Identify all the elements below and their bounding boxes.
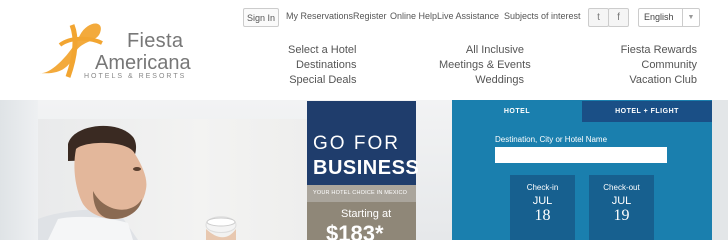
check-out-month: JUL [611, 195, 632, 207]
destination-label: Destination, City or Hotel Name [495, 135, 608, 144]
nav-all-inclusive[interactable]: All Inclusive [439, 43, 524, 58]
language-select[interactable]: English ▼ [638, 8, 700, 27]
promo-go-for: GO FOR [313, 133, 400, 154]
nav-select-hotel[interactable]: Select a Hotel [288, 43, 356, 58]
sign-in-button[interactable]: Sign In [243, 8, 279, 27]
my-reservations-link[interactable]: My Reservations [286, 11, 353, 21]
subjects-of-interest-link[interactable]: Subjects of interest [504, 11, 581, 21]
check-in-month: JUL [532, 195, 553, 207]
check-out-date[interactable]: Check-out JUL 19 [589, 175, 654, 240]
nav-destinations[interactable]: Destinations [288, 58, 357, 73]
promo-starting-at: Starting at [341, 208, 392, 220]
check-out-label: Check-out [603, 183, 640, 192]
promo-business: BUSINESS [313, 157, 420, 179]
hero-photo [38, 119, 308, 240]
logo-text-fiesta: Fiesta [127, 30, 184, 52]
nav-col-1: Select a Hotel Destinations Special Deal… [288, 43, 356, 88]
nav-col-3: Fiesta Rewards Community Vacation Club [605, 43, 697, 88]
online-help-link[interactable]: Online Help [390, 11, 437, 21]
twitter-icon[interactable]: t [588, 8, 609, 27]
promo-price: $183* [326, 221, 384, 246]
facebook-icon[interactable]: f [608, 8, 629, 27]
nav-meetings-events[interactable]: Meetings & Events [439, 58, 531, 73]
nav-fiesta-rewards[interactable]: Fiesta Rewards [605, 43, 697, 58]
logo-tagline: HOTELS & RESORTS [84, 73, 187, 80]
logo-text-americana: Americana [95, 52, 191, 74]
promo-tagline: YOUR HOTEL CHOICE IN MEXICO [313, 190, 408, 196]
nav-vacation-club[interactable]: Vacation Club [605, 73, 697, 88]
destination-input[interactable] [495, 147, 667, 163]
nav-col-2: All Inclusive Meetings & Events Weddings [439, 43, 531, 88]
nav-community[interactable]: Community [605, 58, 697, 73]
businessman-image [38, 125, 237, 240]
check-in-date[interactable]: Check-in JUL 18 [510, 175, 575, 240]
live-assistance-link[interactable]: Live Assistance [437, 11, 499, 21]
site-header: Fiesta Americana HOTELS & RESORTS Sign I… [0, 0, 728, 100]
language-value: English [644, 12, 674, 22]
hero-left-edge [0, 100, 38, 240]
check-in-label: Check-in [526, 183, 559, 192]
nav-weddings[interactable]: Weddings [439, 73, 524, 88]
hero-right-edge [712, 100, 728, 240]
tab-hotel-flight[interactable]: HOTEL + FLIGHT [582, 101, 712, 122]
chevron-down-icon: ▼ [682, 9, 699, 26]
tab-hotel[interactable]: HOTEL [452, 101, 582, 122]
nav-special-deals[interactable]: Special Deals [288, 73, 356, 88]
check-out-day: 19 [613, 207, 630, 224]
sign-in-label: Sign In [246, 12, 276, 23]
register-link[interactable]: Register [353, 11, 387, 21]
check-in-day: 18 [534, 207, 551, 224]
